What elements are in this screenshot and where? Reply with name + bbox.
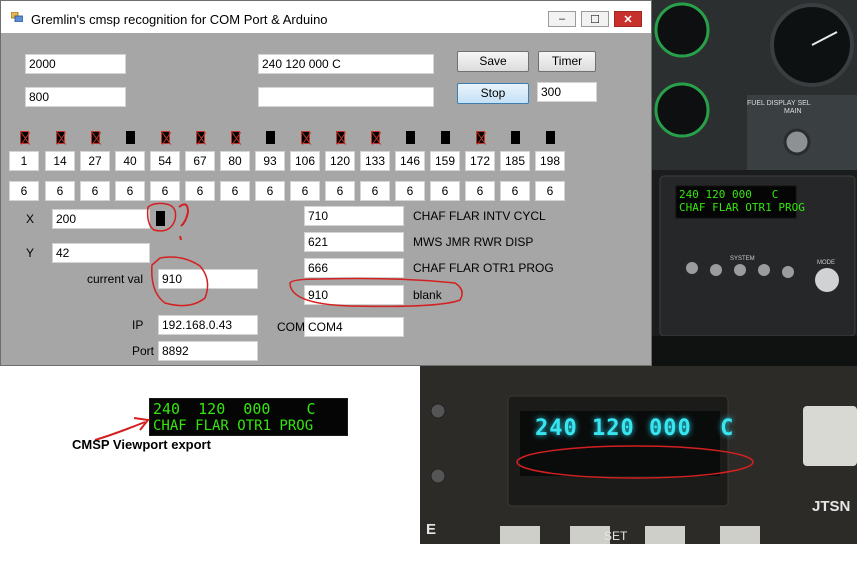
- main-label: MAIN: [784, 108, 802, 115]
- knob-icon: [783, 128, 811, 156]
- e-label: E: [426, 521, 437, 538]
- viewport-caption: CMSP Viewport export: [72, 437, 211, 452]
- hardware-display-photo: 240 120 000 C JTSN SET E: [420, 366, 857, 544]
- question-mark: [178, 203, 190, 241]
- cockpit-photo-graphic: [652, 0, 857, 366]
- gauge-dial-icon: [654, 82, 710, 138]
- swatch-circle-mark: [146, 202, 177, 232]
- gauge-dial-icon: [654, 2, 710, 58]
- blank-row-circle-mark: [289, 277, 463, 308]
- viewport-line-2: CHAF FLAR OTR1 PROG: [153, 418, 314, 434]
- cockpit-panel-photo: FUEL DISPLAY SEL MAIN SYSTEM MODE 240 12…: [652, 0, 857, 366]
- cockpit-lcd-line1: 240 120 000 C: [679, 188, 779, 201]
- cockpit-lcd-line2: CHAF FLAR OTR1 PROG: [679, 201, 805, 214]
- cockpit-lcd: 240 120 000 C CHAF FLAR OTR1 PROG: [679, 188, 805, 214]
- red-annotations: [146, 202, 463, 308]
- jtsn-label: JTSN: [812, 498, 851, 515]
- device-display-text: 240 120 000 C: [535, 416, 735, 441]
- set-label: SET: [604, 529, 628, 543]
- current-val-circle-mark: [151, 256, 209, 307]
- viewport-line-1: 240 120 000 C: [153, 400, 316, 418]
- device-photo-graphic: [420, 366, 857, 544]
- mode-label: MODE: [817, 260, 835, 266]
- viewport-lcd: 240 120 000 C CHAF FLAR OTR1 PROG: [149, 398, 348, 436]
- system-label: SYSTEM: [730, 256, 755, 262]
- fuel-display-label: FUEL DISPLAY SEL: [747, 100, 811, 107]
